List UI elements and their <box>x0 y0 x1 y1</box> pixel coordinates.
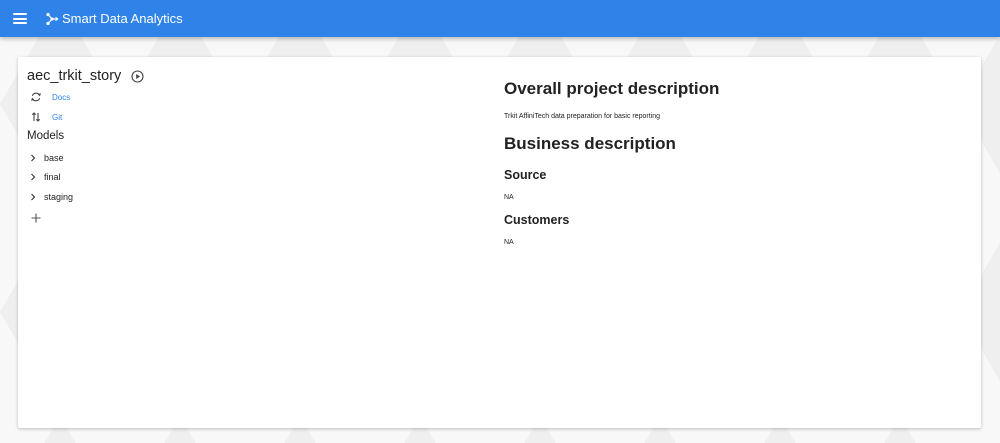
app-header: Smart Data Analytics <box>0 0 1000 37</box>
play-circle-icon[interactable] <box>131 69 144 83</box>
swap-vertical-icon <box>30 111 42 123</box>
project-card: aec_trkit_story Docs Git Models base fin… <box>18 57 981 428</box>
hamburger-menu-icon[interactable] <box>13 13 27 24</box>
overall-description-heading: Overall project description <box>504 79 720 98</box>
model-folder-base[interactable]: base <box>27 148 487 168</box>
model-folder-staging[interactable]: staging <box>27 187 487 207</box>
customers-heading: Customers <box>504 213 570 227</box>
chevron-right-icon <box>30 173 36 181</box>
source-heading: Source <box>504 168 547 182</box>
model-folder-final[interactable]: final <box>27 168 487 188</box>
customers-text: NA <box>504 239 514 246</box>
business-description-heading: Business description <box>504 134 676 153</box>
project-title-row: aec_trkit_story <box>27 67 487 85</box>
model-folder-label: final <box>44 172 61 183</box>
chevron-right-icon <box>30 154 36 162</box>
model-folder-label: base <box>44 152 64 163</box>
project-panel: aec_trkit_story Docs Git Models base fin… <box>27 67 487 223</box>
chevron-right-icon <box>30 193 36 201</box>
model-folder-label: staging <box>44 191 74 202</box>
docs-link[interactable]: Docs <box>52 93 70 102</box>
git-link-row[interactable]: Git <box>27 107 487 127</box>
project-name: aec_trkit_story <box>27 68 122 84</box>
models-heading: Models <box>27 130 65 142</box>
source-text: NA <box>504 194 514 201</box>
git-link[interactable]: Git <box>52 113 62 122</box>
plus-icon[interactable] <box>31 213 41 223</box>
description-panel: Overall project description Trkit Affini… <box>504 78 964 246</box>
docs-link-row[interactable]: Docs <box>27 87 487 107</box>
app-title: Smart Data Analytics <box>62 11 183 26</box>
overall-description-text: Trkit AffiniTech data preparation for ba… <box>504 113 661 120</box>
sync-icon <box>30 91 42 103</box>
data-flow-logo-icon <box>45 12 59 26</box>
